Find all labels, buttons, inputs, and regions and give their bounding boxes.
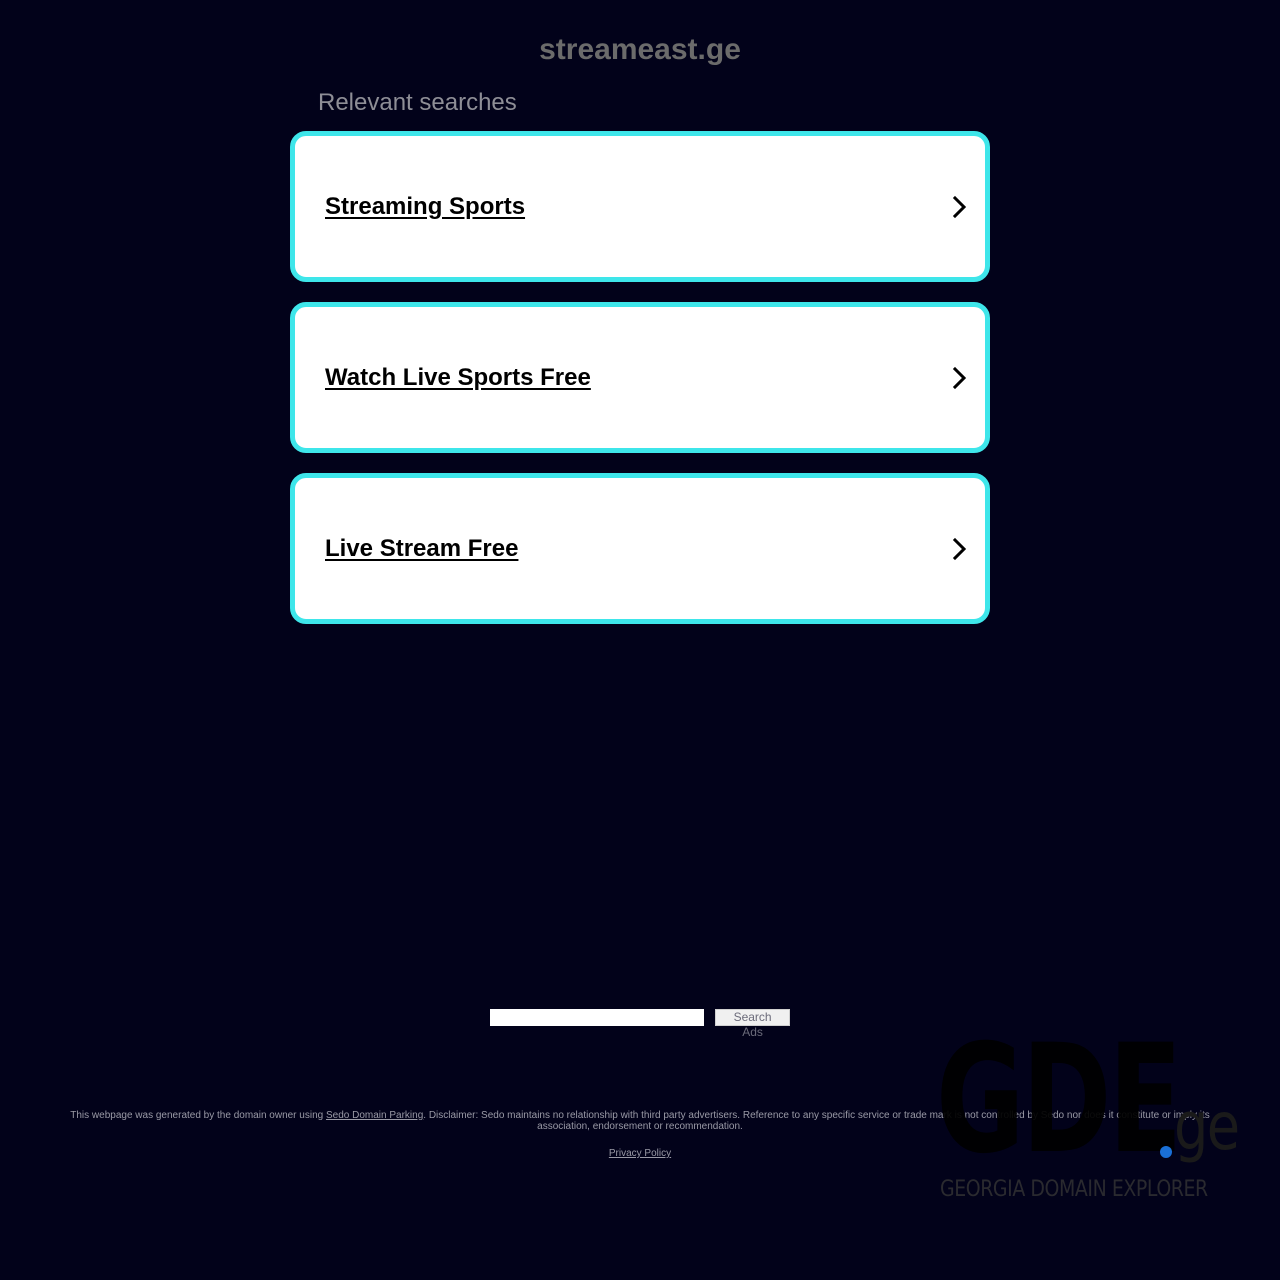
page-title: streameast.ge [539,33,741,66]
gde-logo: GDE ge GEORGIA DOMAIN EXPLORER [936,1013,1246,1210]
search-link-label[interactable]: Watch Live Sports Free [325,364,591,392]
logo-tld-text: ge [1174,1088,1240,1165]
chevron-right-icon [952,195,967,218]
search-ads-form: Search Ads [490,1009,790,1039]
logo-main-text: GDE [936,1013,1182,1187]
search-link-card[interactable]: Streaming Sports [290,131,990,282]
parking-page: streameast.ge Relevant searches Streamin… [0,0,1280,1280]
chevron-right-icon [952,537,967,560]
search-results-list: Streaming Sports Watch Live Sports Free … [290,131,990,644]
privacy-policy-link[interactable]: Privacy Policy [609,1148,671,1159]
search-link-label[interactable]: Streaming Sports [325,193,525,221]
logo-dot-icon [1160,1146,1172,1158]
search-link-label[interactable]: Live Stream Free [325,535,518,563]
search-ads-input[interactable] [490,1009,705,1026]
relevant-searches-heading: Relevant searches [318,89,517,116]
search-ads-button[interactable]: Search Ads [715,1009,790,1039]
search-link-card[interactable]: Live Stream Free [290,473,990,624]
logo-tagline: GEORGIA DOMAIN EXPLORER [940,1177,1208,1202]
sedo-domain-parking-link[interactable]: Sedo Domain Parking [326,1110,423,1121]
chevron-right-icon [952,366,967,389]
disclaimer-prefix: This webpage was generated by the domain… [70,1110,326,1121]
search-link-card[interactable]: Watch Live Sports Free [290,302,990,453]
